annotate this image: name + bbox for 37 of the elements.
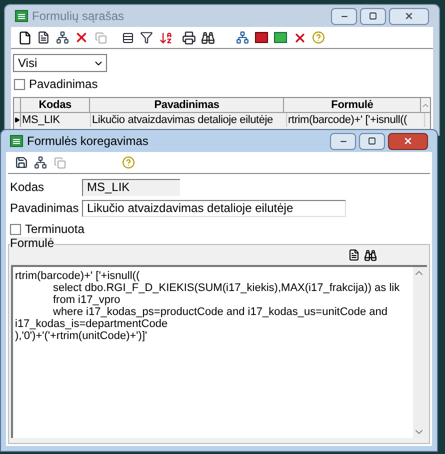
document-icon[interactable] [348, 249, 360, 261]
checkbox-label: Pavadinimas [29, 76, 98, 93]
code-line: rtrim(barcode)+' ['+isnull(( [15, 270, 141, 282]
field-label: Kodas [10, 179, 46, 196]
filter-dropdown[interactable]: Visi [13, 54, 107, 72]
input-field[interactable]: Likučio atvaizdavimas detalioje eilutėje [82, 200, 346, 217]
close-icon [403, 136, 413, 146]
field-label: Pavadinimas [10, 200, 80, 217]
close-button[interactable] [389, 8, 429, 24]
table-cell: MS_LIK [21, 113, 91, 127]
window-title: Formulės koregavimas [27, 133, 148, 150]
window-title: Formulių sąrašas [32, 8, 124, 25]
code-line: where i17_kodas_ps=productCode and i17_kodas_us=unitCode and [52, 306, 389, 318]
table-cell: rtrim(barcode)+' ['+isnull(( [287, 113, 425, 127]
column-header[interactable]: Kodas [20, 98, 90, 112]
binoculars-icon[interactable] [364, 249, 377, 262]
formula-text-area[interactable] [11, 265, 427, 438]
table-cell: Likučio atvaizdavimas detalioje eilutėje [91, 113, 287, 127]
checkbox-label: Terminuota [25, 221, 84, 238]
app-icon [10, 135, 23, 147]
maximize-icon [369, 12, 377, 20]
code-line: select dbo.RGI_F_D_KIEKIS(SUM(i17_kiekis),MAX(i17_frakcija)) as lik [52, 282, 401, 294]
checkbox[interactable] [10, 224, 21, 234]
code-line: ),'0')+'('+rtrim(unitCode)+')]' [15, 330, 148, 342]
close-icon [404, 11, 414, 21]
close-button[interactable] [388, 132, 428, 150]
column-header[interactable]: Formulė [284, 98, 421, 112]
code-line: from i17_vpro [52, 294, 122, 306]
code-line: i17_kodas_is=departmentCode [15, 318, 169, 330]
column-header[interactable]: Pavadinimas [90, 98, 284, 112]
group-label: Formulė [10, 237, 54, 249]
scrollbar[interactable] [413, 267, 427, 438]
checkbox[interactable] [14, 78, 25, 90]
app-icon [15, 10, 28, 22]
maximize-button[interactable] [359, 132, 385, 150]
maximize-icon [368, 137, 376, 145]
maximize-button[interactable] [360, 8, 386, 24]
